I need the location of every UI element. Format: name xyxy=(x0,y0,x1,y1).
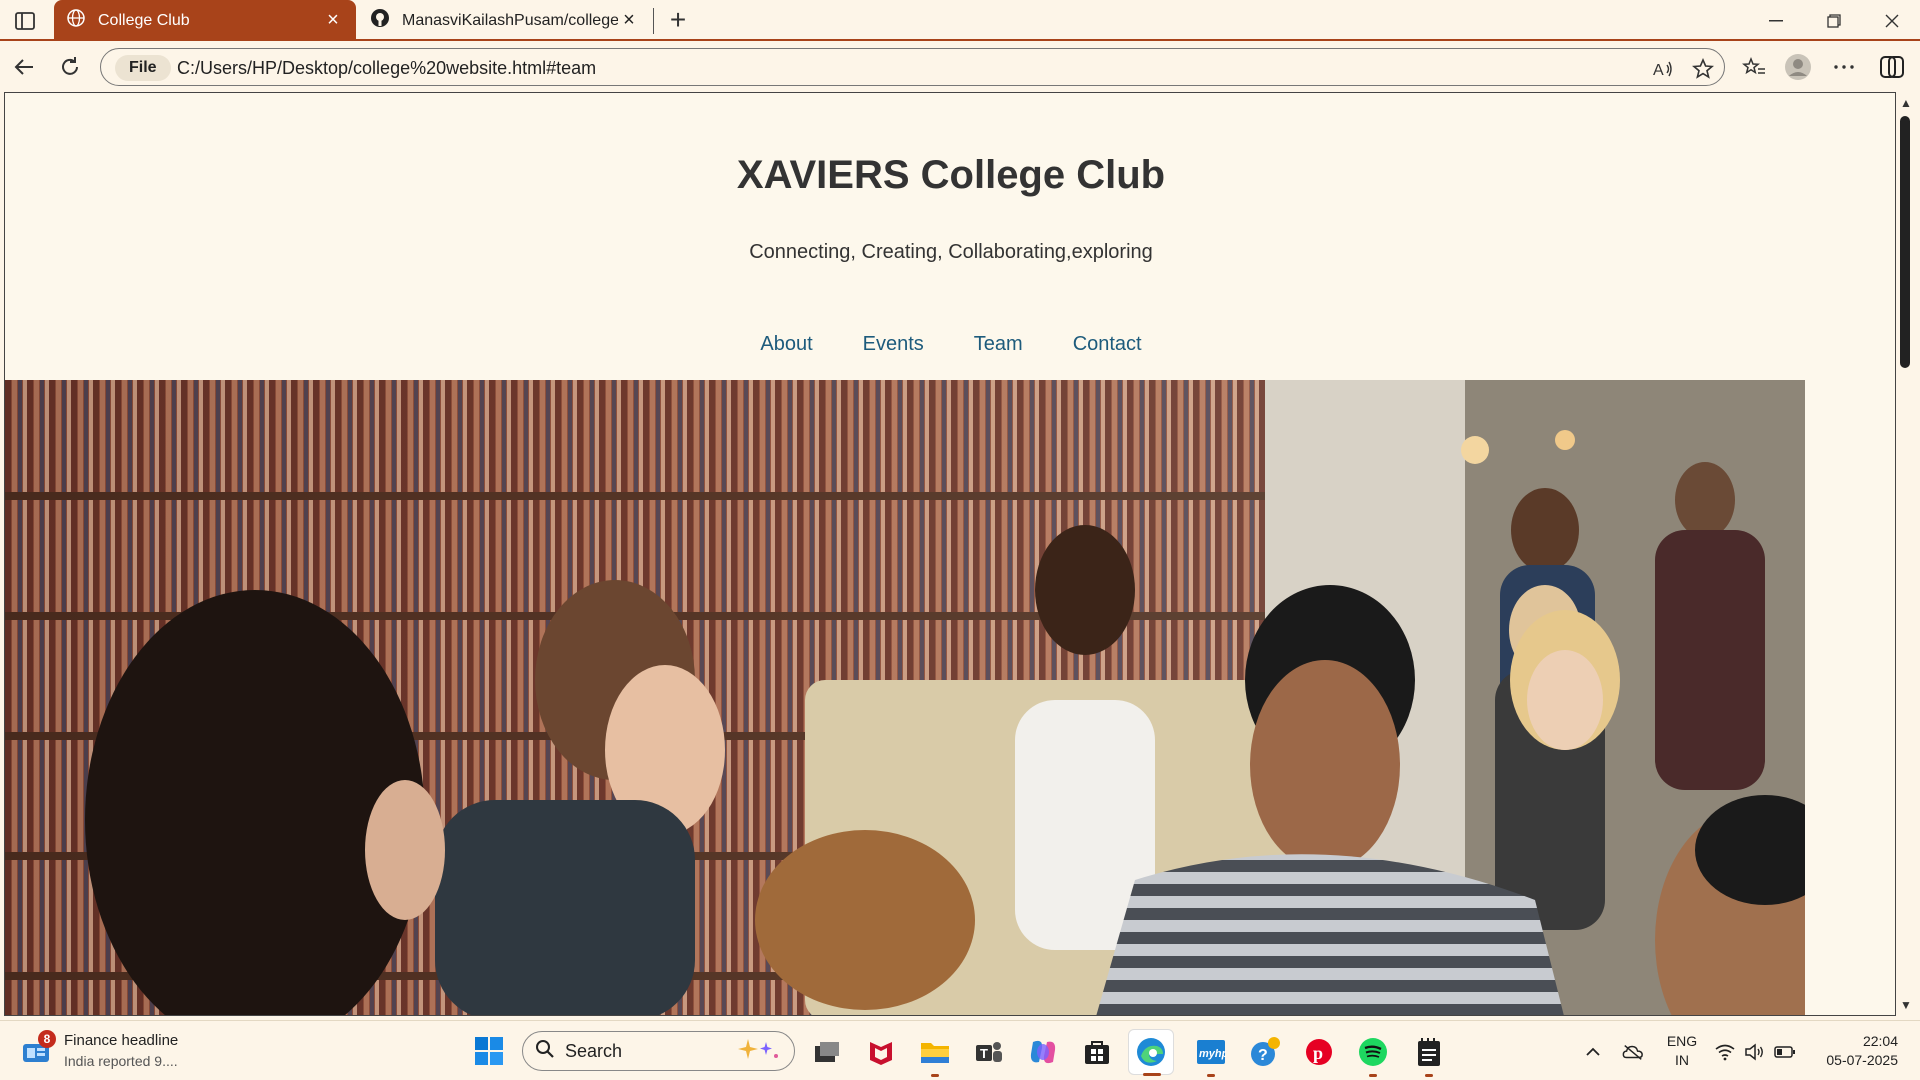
region-code: IN xyxy=(1675,1052,1689,1068)
tab-divider xyxy=(653,8,654,34)
address-bar[interactable]: File C:/Users/HP/Desktop/college%20websi… xyxy=(100,48,1725,86)
minimize-icon[interactable] xyxy=(1748,0,1804,41)
wifi-icon[interactable] xyxy=(1714,1041,1736,1063)
globe-icon xyxy=(66,8,86,33)
running-indicator xyxy=(931,1074,939,1077)
language-code: ENG xyxy=(1666,1033,1698,1049)
onedrive-offline-icon[interactable] xyxy=(1622,1041,1644,1063)
scroll-down-arrow-icon[interactable]: ▼ xyxy=(1899,998,1913,1012)
system-clock[interactable]: 22:04 05-07-2025 xyxy=(1808,1032,1898,1070)
url-text[interactable]: C:/Users/HP/Desktop/college%20website.ht… xyxy=(177,58,596,79)
windows-taskbar: 8 Finance headline India reported 9.... … xyxy=(0,1020,1920,1080)
tab-title: ManasviKailashPusam/college--cl xyxy=(402,11,618,29)
close-tab-icon[interactable]: × xyxy=(322,9,344,32)
volume-icon[interactable] xyxy=(1744,1041,1766,1063)
more-options-icon[interactable] xyxy=(1828,51,1860,83)
scroll-thumb[interactable] xyxy=(1900,116,1910,368)
svg-text:myhp: myhp xyxy=(1199,1048,1226,1060)
svg-text:T: T xyxy=(980,1046,988,1061)
nav-link-events[interactable]: Events xyxy=(863,333,924,356)
taskbar-search-box[interactable]: Search xyxy=(522,1031,795,1071)
nav-link-team[interactable]: Team xyxy=(974,333,1023,356)
new-tab-button[interactable]: + xyxy=(663,6,693,36)
tab-github[interactable]: ManasviKailashPusam/college--cl × xyxy=(360,0,650,41)
refresh-icon[interactable] xyxy=(54,51,86,83)
close-window-icon[interactable] xyxy=(1864,0,1920,41)
running-indicator xyxy=(1425,1074,1433,1077)
show-hidden-icons-chevron-icon[interactable] xyxy=(1582,1041,1604,1063)
read-aloud-icon[interactable]: A xyxy=(1649,55,1677,83)
url-scheme-badge[interactable]: File xyxy=(115,55,171,81)
restore-icon[interactable] xyxy=(1806,0,1862,41)
news-subtitle: India reported 9.... xyxy=(64,1053,178,1069)
copilot-app-icon[interactable] xyxy=(1020,1029,1066,1075)
site-title: XAVIERS College Club xyxy=(736,153,1166,197)
browser-tab-strip: College Club × ManasviKailashPusam/colle… xyxy=(0,0,1920,41)
file-explorer-icon[interactable] xyxy=(912,1029,958,1077)
svg-text:?: ? xyxy=(1258,1047,1268,1064)
copilot-icon[interactable] xyxy=(1876,51,1908,83)
hero-image xyxy=(5,380,1805,1015)
search-label: Search xyxy=(565,1040,623,1061)
pinterest-icon[interactable]: p xyxy=(1296,1029,1342,1075)
nav-link-contact[interactable]: Contact xyxy=(1073,333,1142,356)
copilot-sparkle-icon xyxy=(734,1036,782,1067)
profile-avatar-icon[interactable] xyxy=(1782,51,1814,83)
svg-text:p: p xyxy=(1313,1043,1323,1063)
favorite-star-icon[interactable] xyxy=(1689,55,1717,83)
spotify-icon[interactable] xyxy=(1350,1029,1396,1077)
notepad-icon[interactable] xyxy=(1406,1029,1452,1077)
running-indicator xyxy=(1207,1074,1215,1077)
scroll-up-arrow-icon[interactable]: ▲ xyxy=(1899,96,1913,110)
back-icon[interactable] xyxy=(8,51,40,83)
search-icon xyxy=(535,1039,555,1064)
page-viewport: XAVIERS College Club Connecting, Creatin… xyxy=(4,92,1896,1016)
teams-icon[interactable]: T xyxy=(966,1029,1012,1075)
news-widget[interactable]: 8 Finance headline India reported 9.... xyxy=(22,1029,178,1073)
mcafee-icon[interactable] xyxy=(858,1029,904,1075)
language-indicator[interactable]: ENG IN xyxy=(1664,1032,1700,1070)
clock-time: 22:04 xyxy=(1862,1033,1898,1049)
active-indicator xyxy=(1143,1073,1161,1076)
news-count-badge: 8 xyxy=(38,1030,56,1048)
browser-toolbar: File C:/Users/HP/Desktop/college%20websi… xyxy=(0,43,1920,90)
clock-date: 05-07-2025 xyxy=(1826,1052,1898,1068)
svg-text:A: A xyxy=(1653,62,1664,79)
windows-start-icon[interactable] xyxy=(474,1036,504,1066)
battery-icon[interactable] xyxy=(1774,1041,1796,1063)
tab-college-club[interactable]: College Club × xyxy=(54,0,356,41)
favorites-icon[interactable] xyxy=(1738,51,1770,83)
edge-browser-icon[interactable] xyxy=(1128,1029,1174,1076)
sidebar-toggle-icon[interactable] xyxy=(12,8,38,34)
widgets-icon: 8 xyxy=(22,1030,56,1066)
tab-title: College Club xyxy=(98,11,190,29)
running-indicator xyxy=(1369,1074,1377,1077)
get-help-icon[interactable]: ? xyxy=(1242,1029,1288,1075)
site-nav: About Events Team Contact xyxy=(5,333,1895,356)
site-tagline: Connecting, Creating, Collaborating,expl… xyxy=(749,241,1153,263)
vertical-scrollbar[interactable]: ▲ ▼ xyxy=(1896,92,1916,1016)
microsoft-store-icon[interactable] xyxy=(1074,1029,1120,1075)
nav-link-about[interactable]: About xyxy=(760,333,812,356)
github-icon xyxy=(370,8,390,33)
myhp-icon[interactable]: myhp xyxy=(1188,1029,1234,1077)
news-headline: Finance headline xyxy=(64,1032,179,1049)
task-view-icon[interactable] xyxy=(804,1029,850,1075)
close-tab-icon[interactable]: × xyxy=(618,9,640,32)
